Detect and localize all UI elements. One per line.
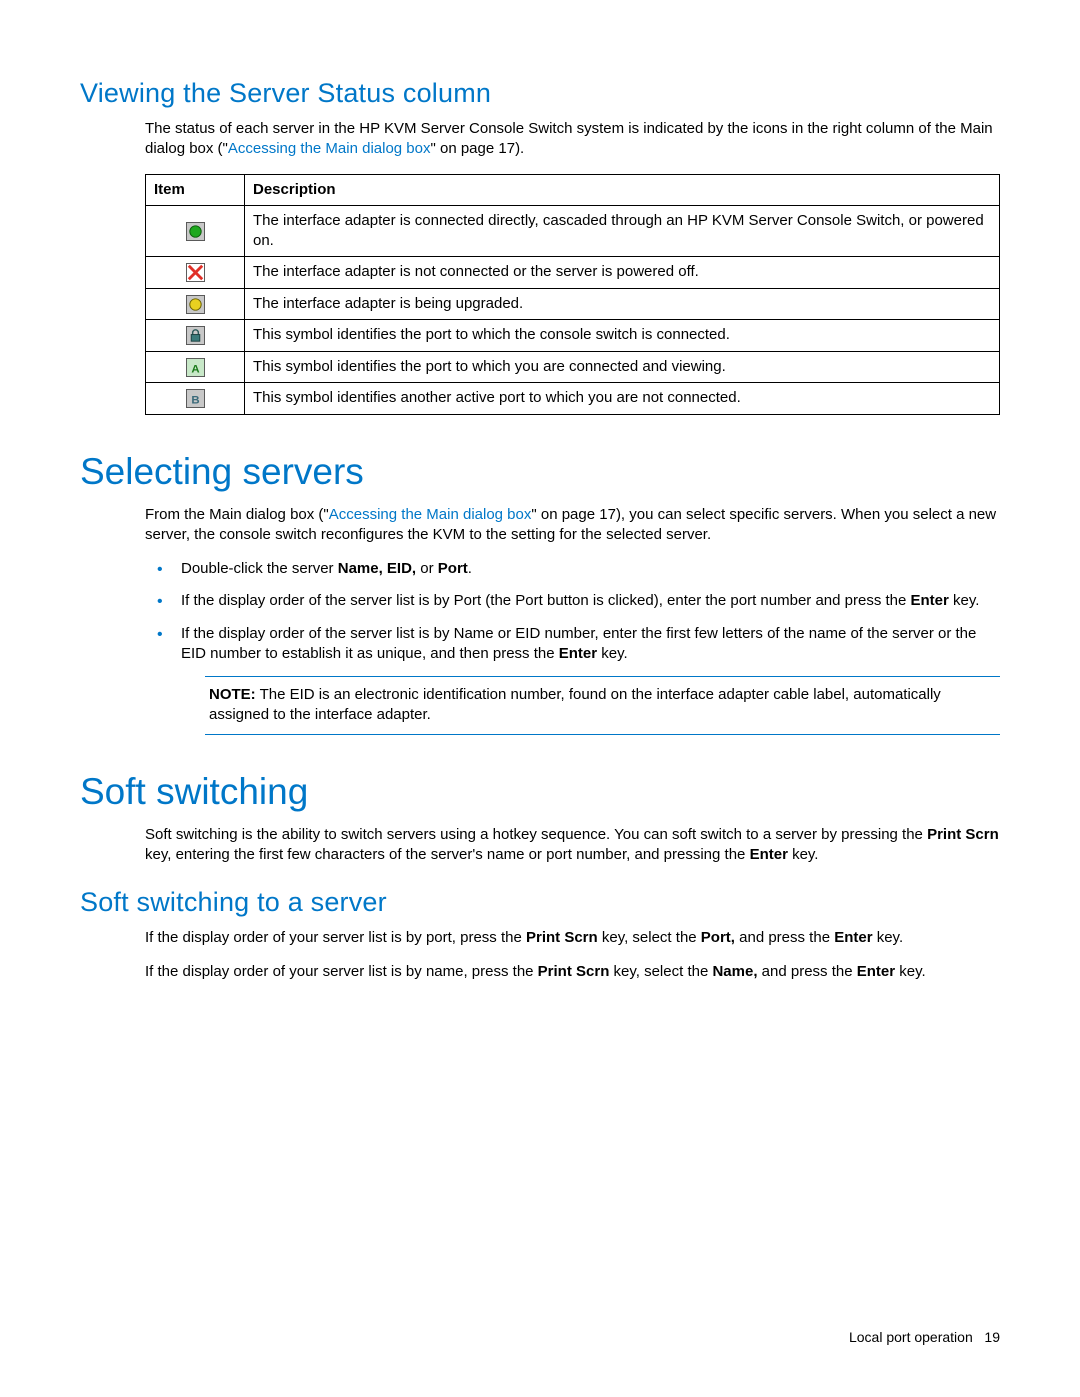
note-text: The EID is an electronic identification … (209, 686, 941, 723)
red-x-icon (186, 263, 205, 282)
paragraph: Soft switching is the ability to switch … (145, 825, 1000, 866)
bold-text: Print Scrn (927, 826, 999, 843)
bullet-list: Double-click the server Name, EID, or Po… (145, 559, 1000, 664)
link-accessing-main-dialog[interactable]: Accessing the Main dialog box (329, 506, 532, 523)
bold-text: Enter (857, 963, 895, 980)
document-page: Viewing the Server Status column The sta… (0, 0, 1080, 1397)
cell-description: The interface adapter is connected direc… (245, 206, 1000, 257)
cell-icon (146, 206, 245, 257)
text: key. (873, 929, 904, 946)
text: key, select the (598, 929, 701, 946)
table-row: The interface adapter is not connected o… (146, 257, 1000, 289)
paragraph: If the display order of your server list… (145, 928, 1000, 948)
text: key, entering the first few characters o… (145, 846, 750, 863)
status-icon-table: Item Description The interface adapter i… (145, 174, 1000, 415)
list-item: If the display order of the server list … (145, 591, 1000, 611)
text: Double-click the server (181, 560, 338, 577)
text: Soft switching is the ability to switch … (145, 826, 927, 843)
paragraph: From the Main dialog box ("Accessing the… (145, 505, 1000, 546)
paragraph: If the display order of your server list… (145, 962, 1000, 982)
list-item: Double-click the server Name, EID, or Po… (145, 559, 1000, 579)
text: key, select the (609, 963, 712, 980)
lock-icon (186, 326, 205, 345)
cell-description: This symbol identifies the port to which… (245, 320, 1000, 352)
col-header-description: Description (245, 174, 1000, 206)
footer-page-number: 19 (984, 1329, 1000, 1345)
cell-description: This symbol identifies another active po… (245, 383, 1000, 415)
text: " on page 17). (431, 140, 525, 157)
cell-icon (146, 320, 245, 352)
note-label: NOTE: (209, 686, 256, 703)
bold-text: Enter (834, 929, 872, 946)
text: or (416, 560, 438, 577)
heading-selecting-servers: Selecting servers (80, 451, 1000, 493)
footer-section-name: Local port operation (849, 1329, 973, 1345)
text: From the Main dialog box (" (145, 506, 329, 523)
section-body: If the display order of your server list… (145, 928, 1000, 983)
cell-icon (146, 383, 245, 415)
bold-text: Enter (559, 645, 597, 662)
text: and press the (735, 929, 834, 946)
yellow-circle-icon (186, 295, 205, 314)
bold-text: Name, (712, 963, 757, 980)
letter-b-icon (186, 389, 205, 408)
bold-text: Port, (701, 929, 735, 946)
cell-description: The interface adapter is being upgraded. (245, 288, 1000, 320)
note-box: NOTE: The EID is an electronic identific… (205, 676, 1000, 735)
bold-text: Enter (911, 592, 949, 609)
heading-viewing-status: Viewing the Server Status column (80, 78, 1000, 109)
table-row: This symbol identifies the port to which… (146, 320, 1000, 352)
text: If the display order of your server list… (145, 929, 526, 946)
table-row: This symbol identifies another active po… (146, 383, 1000, 415)
bold-text: Name, EID, (338, 560, 416, 577)
table-row: The interface adapter is being upgraded. (146, 288, 1000, 320)
heading-soft-switching-to-server: Soft switching to a server (80, 887, 1000, 918)
table-header-row: Item Description (146, 174, 1000, 206)
text: If the display order of your server list… (145, 963, 538, 980)
link-accessing-main-dialog[interactable]: Accessing the Main dialog box (228, 140, 431, 157)
cell-icon (146, 351, 245, 383)
bold-text: Print Scrn (538, 963, 610, 980)
section-body: The status of each server in the HP KVM … (145, 119, 1000, 415)
text: key. (788, 846, 819, 863)
text: and press the (758, 963, 857, 980)
text: key. (949, 592, 980, 609)
text: key. (597, 645, 628, 662)
cell-icon (146, 288, 245, 320)
table-row: This symbol identifies the port to which… (146, 351, 1000, 383)
cell-description: This symbol identifies the port to which… (245, 351, 1000, 383)
page-footer: Local port operation 19 (849, 1329, 1000, 1345)
cell-icon (146, 257, 245, 289)
green-circle-icon (186, 222, 205, 241)
heading-soft-switching: Soft switching (80, 771, 1000, 813)
bold-text: Enter (750, 846, 788, 863)
text: key. (895, 963, 926, 980)
cell-description: The interface adapter is not connected o… (245, 257, 1000, 289)
text: If the display order of the server list … (181, 592, 911, 609)
bold-text: Port (438, 560, 468, 577)
letter-a-icon (186, 358, 205, 377)
col-header-item: Item (146, 174, 245, 206)
table-row: The interface adapter is connected direc… (146, 206, 1000, 257)
section-body: Soft switching is the ability to switch … (145, 825, 1000, 866)
bold-text: Print Scrn (526, 929, 598, 946)
list-item: If the display order of the server list … (145, 624, 1000, 665)
text: . (468, 560, 472, 577)
paragraph: The status of each server in the HP KVM … (145, 119, 1000, 160)
section-body: From the Main dialog box ("Accessing the… (145, 505, 1000, 735)
